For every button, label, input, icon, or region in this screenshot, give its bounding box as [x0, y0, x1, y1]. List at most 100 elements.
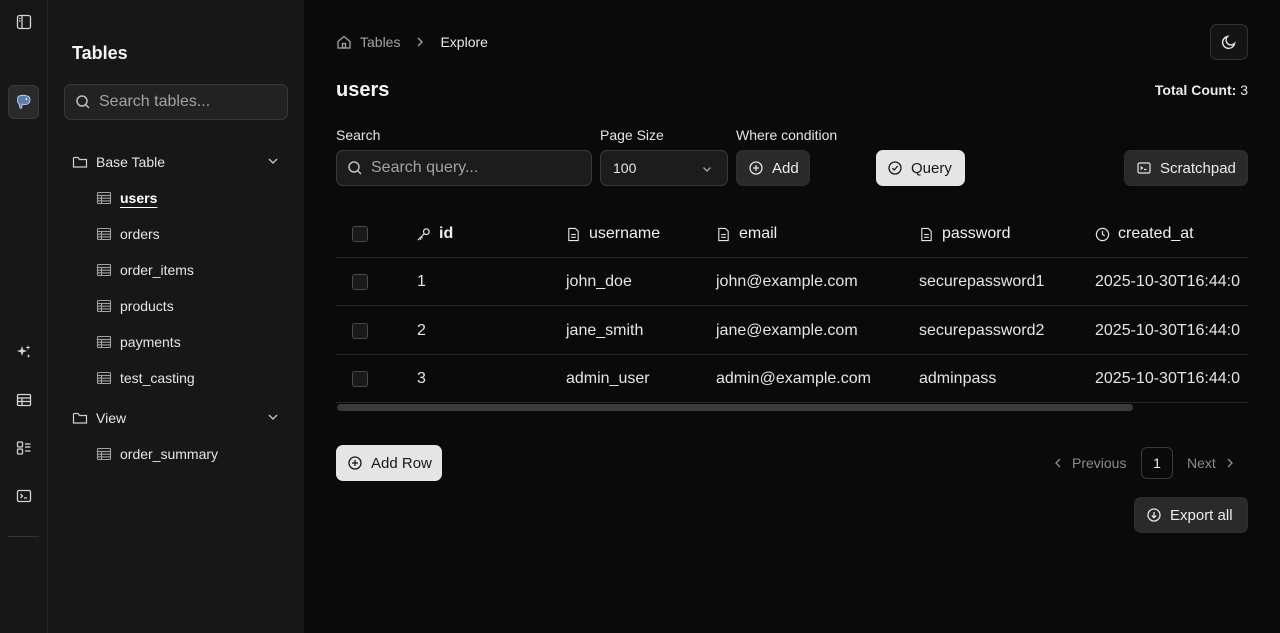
- key-icon: [417, 227, 430, 241]
- table-search-box[interactable]: [64, 84, 288, 120]
- ai-sparkle-icon[interactable]: [12, 340, 36, 364]
- postgres-logo-icon[interactable]: [8, 85, 39, 119]
- toggle-sidebar-icon[interactable]: [12, 10, 36, 34]
- group-view[interactable]: View: [72, 406, 280, 430]
- sidebar-item-label: users: [120, 190, 158, 206]
- data-table: id username email password created_at 1: [336, 210, 1248, 403]
- cell-email[interactable]: john@example.com: [716, 258, 858, 306]
- sidebar-item-order-items[interactable]: order_items: [96, 258, 194, 282]
- cell-password[interactable]: securepassword1: [919, 258, 1044, 306]
- terminal-icon[interactable]: [12, 484, 36, 508]
- cell-created-at[interactable]: 2025-10-30T16:44:0: [1095, 307, 1240, 355]
- column-header-username[interactable]: username: [566, 210, 660, 258]
- export-all-button[interactable]: Export all: [1134, 497, 1248, 533]
- cell-email[interactable]: jane@example.com: [716, 307, 858, 355]
- cell-id[interactable]: 1: [417, 258, 426, 306]
- scratchpad-label: Scratchpad: [1160, 159, 1236, 177]
- total-count: Total Count: 3: [1155, 82, 1248, 98]
- horizontal-scrollbar[interactable]: [337, 404, 1133, 411]
- query-label: Query: [911, 159, 952, 177]
- table-icon: [96, 227, 112, 241]
- cell-id[interactable]: 3: [417, 355, 426, 403]
- column-header-id[interactable]: id: [416, 210, 453, 258]
- search-icon: [348, 161, 362, 175]
- group-label: View: [96, 410, 127, 426]
- table-row[interactable]: 1 john_doe john@example.com securepasswo…: [336, 258, 1248, 306]
- column-header-label: username: [589, 225, 661, 242]
- cell-email[interactable]: admin@example.com: [716, 355, 871, 403]
- file-text-icon: [921, 227, 932, 241]
- total-count-value: 3: [1240, 82, 1248, 98]
- table-header-row: id username email password created_at: [336, 210, 1248, 258]
- query-search-input[interactable]: [371, 159, 581, 177]
- page-number-button[interactable]: 1: [1141, 447, 1173, 479]
- check-circle-icon: [888, 161, 902, 175]
- cell-created-at[interactable]: 2025-10-30T16:44:0: [1095, 355, 1240, 403]
- plus-circle-icon: [348, 456, 362, 470]
- file-text-icon: [718, 227, 729, 241]
- chevron-down-icon[interactable]: [266, 154, 280, 168]
- page-size-select[interactable]: 100: [600, 150, 728, 186]
- sidebar-title: Tables: [72, 43, 128, 63]
- sidebar-item-label: orders: [120, 226, 160, 242]
- column-header-label: email: [739, 225, 778, 242]
- table-icon: [96, 263, 112, 277]
- sidebar-item-order-summary[interactable]: order_summary: [96, 442, 218, 466]
- breadcrumb-current: Explore: [440, 34, 488, 50]
- tables-sidebar: Tables Base Table users orders order_ite…: [48, 0, 304, 633]
- cell-username[interactable]: john_doe: [566, 258, 632, 306]
- next-label: Next: [1187, 455, 1216, 471]
- add-row-label: Add Row: [371, 454, 432, 472]
- cell-username[interactable]: admin_user: [566, 355, 650, 403]
- group-base-table[interactable]: Base Table: [72, 150, 280, 174]
- main-content: Tables Explore users Total Count: 3 Sear…: [304, 0, 1280, 633]
- cell-username[interactable]: jane_smith: [566, 307, 643, 355]
- sidebar-item-test-casting[interactable]: test_casting: [96, 366, 195, 390]
- cell-password[interactable]: adminpass: [919, 355, 996, 403]
- query-button[interactable]: Query: [876, 150, 965, 186]
- total-count-label: Total Count:: [1154, 82, 1237, 98]
- scratchpad-button[interactable]: Scratchpad: [1124, 150, 1248, 186]
- row-checkbox[interactable]: [352, 355, 368, 403]
- where-condition-label: Where condition: [736, 127, 838, 143]
- table-row[interactable]: 3 admin_user admin@example.com adminpass…: [336, 355, 1248, 403]
- column-header-password[interactable]: password: [919, 210, 1010, 258]
- table-icon: [96, 335, 112, 349]
- theme-toggle-button[interactable]: [1210, 24, 1248, 60]
- previous-page-button[interactable]: Previous: [1052, 447, 1126, 479]
- sidebar-item-orders[interactable]: orders: [96, 222, 160, 246]
- add-condition-button[interactable]: Add: [736, 150, 810, 186]
- add-row-button[interactable]: Add Row: [336, 445, 442, 481]
- row-checkbox[interactable]: [352, 307, 368, 355]
- chevron-down-icon[interactable]: [266, 410, 280, 424]
- sidebar-item-label: test_casting: [120, 370, 195, 386]
- cell-password[interactable]: securepassword2: [919, 307, 1044, 355]
- page-size-label: Page Size: [600, 127, 664, 143]
- schema-icon[interactable]: [12, 436, 36, 460]
- table-icon: [96, 371, 112, 385]
- search-icon: [76, 95, 90, 109]
- table-search-input[interactable]: [99, 93, 279, 111]
- export-all-label: Export all: [1170, 506, 1233, 524]
- sidebar-item-products[interactable]: products: [96, 294, 174, 318]
- column-header-label: id: [439, 225, 454, 242]
- row-checkbox[interactable]: [352, 258, 368, 306]
- sidebar-item-label: products: [120, 298, 174, 314]
- table-row[interactable]: 2 jane_smith jane@example.com securepass…: [336, 307, 1248, 355]
- home-icon[interactable]: [336, 34, 352, 50]
- page-size-value: 100: [613, 160, 637, 176]
- column-header-created-at[interactable]: created_at: [1095, 210, 1194, 258]
- sidebar-item-label: order_summary: [120, 446, 219, 462]
- next-page-button[interactable]: Next: [1187, 447, 1236, 479]
- query-search-box[interactable]: [336, 150, 592, 186]
- search-label: Search: [336, 127, 381, 143]
- sidebar-item-payments[interactable]: payments: [96, 330, 181, 354]
- breadcrumb-tables-link[interactable]: Tables: [360, 34, 400, 50]
- sidebar-item-users[interactable]: users: [96, 186, 157, 210]
- cell-created-at[interactable]: 2025-10-30T16:44:0: [1095, 258, 1240, 306]
- moon-icon: [1221, 35, 1236, 50]
- table-icon[interactable]: [12, 388, 36, 412]
- cell-id[interactable]: 2: [417, 307, 426, 355]
- column-header-email[interactable]: email: [716, 210, 777, 258]
- select-all-checkbox[interactable]: [352, 210, 368, 258]
